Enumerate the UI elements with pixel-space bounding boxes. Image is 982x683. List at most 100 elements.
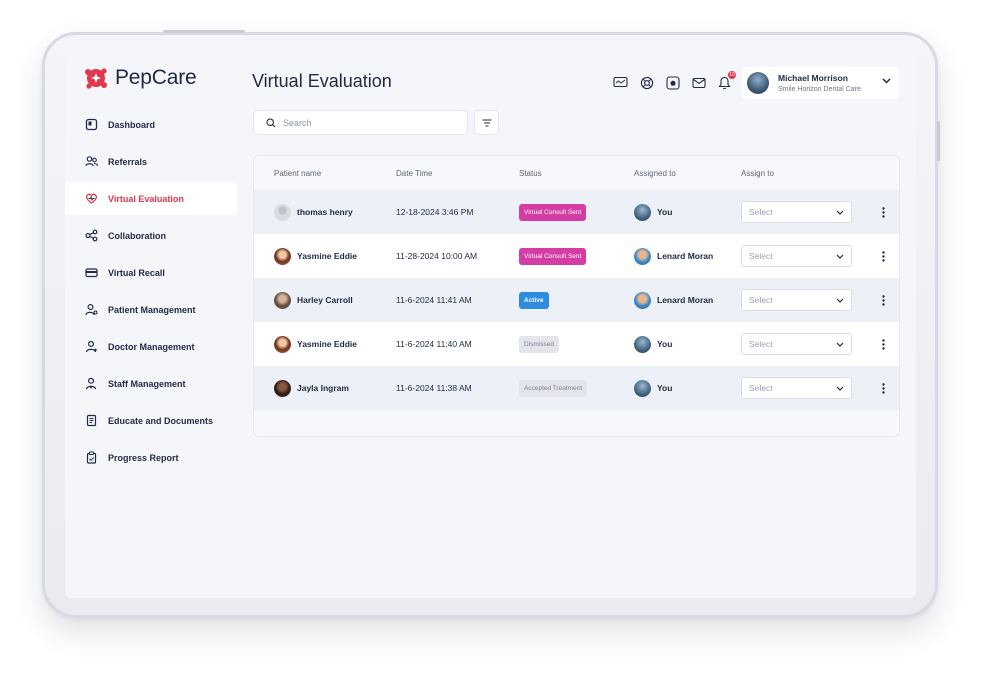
row-actions-button[interactable] — [876, 366, 890, 410]
status-badge: Dismissed — [519, 335, 559, 353]
assign-select[interactable]: Select — [741, 377, 852, 399]
sidebar-item-doctor-management[interactable]: Doctor Management — [65, 330, 237, 363]
filter-icon — [482, 118, 491, 127]
camera-icon — [665, 75, 680, 90]
sidebar-item-label: Virtual Recall — [108, 267, 165, 278]
table-row[interactable]: Yasmine Eddie 11-6-2024 11:40 AM Dismiss… — [254, 322, 899, 366]
assignee-avatar — [634, 247, 651, 265]
status-badge: Virtual Consult Sent — [519, 247, 587, 265]
sidebar-item-dashboard[interactable]: Dashboard — [65, 108, 237, 141]
assignee-name: Lenard Moran — [657, 295, 714, 305]
chevron-down-icon — [836, 210, 844, 215]
sidebar-item-label: Staff Management — [108, 378, 186, 389]
row-actions-button[interactable] — [876, 190, 890, 234]
table-row[interactable]: Harley Carroll 11-6-2024 11:41 AM Active… — [254, 278, 899, 322]
notifications-button[interactable]: 10 — [717, 71, 736, 90]
row-actions-button[interactable] — [876, 278, 890, 322]
chevron-down-icon — [836, 298, 844, 303]
column-header-status[interactable]: Status — [519, 169, 542, 178]
column-header-date[interactable]: Date Time — [396, 169, 432, 178]
tablet-frame: PepCare Dashboard Referrals Virtual Eval… — [42, 30, 940, 618]
sidebar-item-staff-management[interactable]: Staff Management — [65, 367, 237, 400]
column-header-patient[interactable]: Patient name — [274, 169, 321, 178]
app-logo[interactable]: PepCare — [83, 65, 197, 91]
patient-avatar — [274, 247, 291, 265]
assign-select[interactable]: Select — [741, 201, 852, 223]
assign-select-value: Select — [749, 207, 773, 217]
pepcare-logo-icon — [85, 68, 107, 89]
sidebar-item-collaboration[interactable]: Collaboration — [65, 219, 237, 252]
staff-icon — [85, 377, 98, 390]
patient-avatar — [274, 203, 291, 221]
sidebar-item-label: Collaboration — [108, 230, 166, 241]
sidebar-nav: Dashboard Referrals Virtual Evaluation C… — [65, 108, 237, 478]
support-button[interactable] — [639, 75, 654, 90]
table-row[interactable]: thomas henry 12-18-2024 3:46 PM Virtual … — [254, 190, 899, 234]
table-header: Patient name Date Time Status Assigned t… — [254, 156, 899, 190]
date-time: 11-6-2024 11:41 AM — [396, 295, 472, 305]
filter-button[interactable] — [474, 110, 499, 135]
patient-name[interactable]: Harley Carroll — [297, 295, 353, 305]
header-toolbar: 10 — [613, 71, 736, 90]
sidebar-item-referrals[interactable]: Referrals — [65, 145, 237, 178]
sidebar-item-virtual-evaluation[interactable]: Virtual Evaluation — [65, 182, 237, 215]
assign-select-value: Select — [749, 295, 773, 305]
status-badge: Active — [519, 291, 549, 309]
patient-name[interactable]: Yasmine Eddie — [297, 251, 357, 261]
row-actions-button[interactable] — [876, 322, 890, 366]
sidebar-item-label: Virtual Evaluation — [108, 193, 184, 204]
app-name: PepCare — [115, 66, 197, 89]
sidebar-item-label: Progress Report — [108, 452, 179, 463]
app-screen: PepCare Dashboard Referrals Virtual Eval… — [65, 55, 916, 598]
sidebar-item-progress-report[interactable]: Progress Report — [65, 441, 237, 474]
column-header-assigned[interactable]: Assigned to — [634, 169, 676, 178]
sidebar-item-educate-documents[interactable]: Educate and Documents — [65, 404, 237, 437]
table-row[interactable]: Jayla Ingram 11-6-2024 11:38 AM Accepted… — [254, 366, 899, 410]
sidebar-item-virtual-recall[interactable]: Virtual Recall — [65, 256, 237, 289]
assignee-name: You — [657, 207, 673, 217]
mail-icon — [691, 77, 706, 88]
column-header-assign[interactable]: Assign to — [741, 169, 774, 178]
sidebar-item-label: Doctor Management — [108, 341, 195, 352]
assign-select-value: Select — [749, 339, 773, 349]
sidebar-item-patient-management[interactable]: Patient Management — [65, 293, 237, 326]
date-time: 12-18-2024 3:46 PM — [396, 207, 474, 217]
camera-button[interactable] — [665, 75, 680, 90]
monitor-icon — [613, 76, 628, 88]
user-organization: Smile Horizon Dental Care — [778, 86, 861, 93]
evaluations-table: Patient name Date Time Status Assigned t… — [253, 155, 900, 437]
search-input[interactable] — [283, 117, 453, 128]
patient-name[interactable]: Yasmine Eddie — [297, 339, 357, 349]
assign-select[interactable]: Select — [741, 333, 852, 355]
patient-avatar — [274, 379, 291, 397]
chevron-down-icon — [882, 78, 891, 84]
sidebar-item-label: Referrals — [108, 156, 148, 167]
assignee-name: Lenard Moran — [657, 251, 714, 261]
status-badge: Virtual Consult Sent — [519, 203, 587, 221]
patient-name[interactable]: Jayla Ingram — [297, 383, 349, 393]
row-actions-button[interactable] — [876, 234, 890, 278]
more-vertical-icon — [881, 206, 885, 218]
doctor-icon — [85, 340, 98, 353]
table-row[interactable]: Yasmine Eddie 11-28-2024 10:00 AM Virtua… — [254, 234, 899, 278]
date-time: 11-6-2024 11:38 AM — [396, 383, 472, 393]
assign-select[interactable]: Select — [741, 245, 852, 267]
document-icon — [85, 414, 98, 427]
user-gear-icon — [85, 303, 98, 316]
search-box[interactable] — [253, 110, 468, 135]
more-vertical-icon — [881, 294, 885, 306]
monitor-button[interactable] — [613, 75, 628, 90]
patient-avatar — [274, 335, 291, 353]
sidebar-item-label: Dashboard — [108, 119, 156, 130]
sidebar-item-label: Educate and Documents — [108, 415, 214, 426]
more-vertical-icon — [881, 382, 885, 394]
chevron-down-icon — [836, 254, 844, 259]
mail-button[interactable] — [691, 75, 706, 90]
user-menu[interactable]: Michael Morrison Smile Horizon Dental Ca… — [742, 67, 899, 99]
clipboard-icon — [85, 451, 98, 464]
assign-select-value: Select — [749, 251, 773, 261]
share-icon — [85, 229, 98, 242]
assign-select[interactable]: Select — [741, 289, 852, 311]
page-title: Virtual Evaluation — [252, 71, 392, 91]
patient-name[interactable]: thomas henry — [297, 207, 353, 217]
